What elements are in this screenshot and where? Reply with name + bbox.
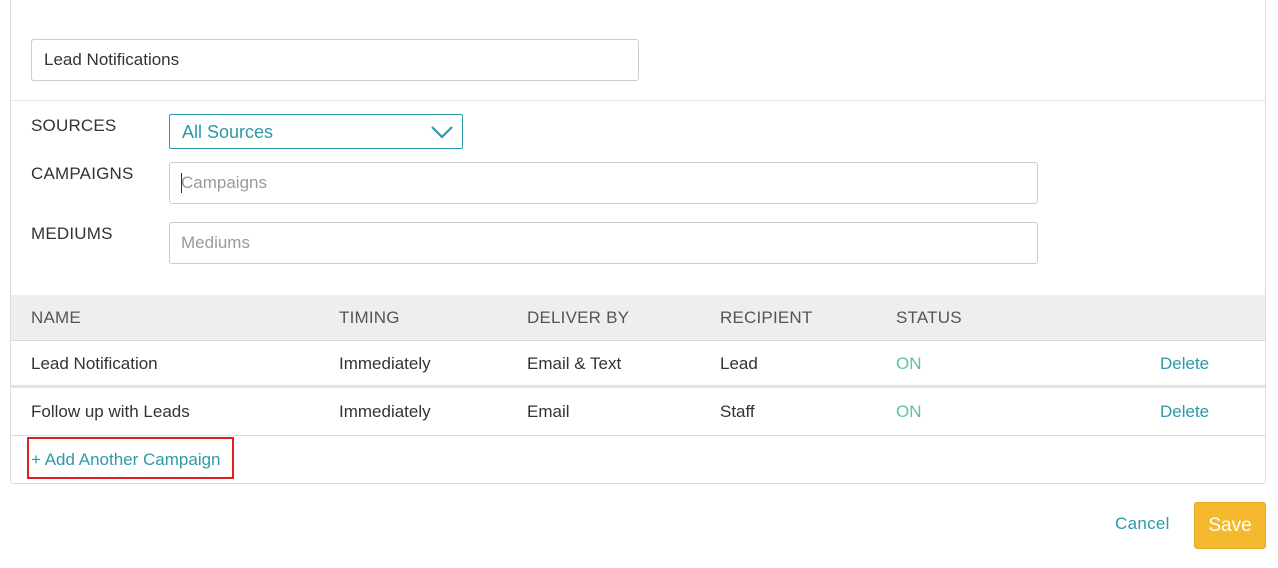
add-another-campaign-link[interactable]: + Add Another Campaign xyxy=(27,437,234,479)
row-deliver-by: Email & Text xyxy=(527,354,622,373)
header-name: NAME xyxy=(31,308,81,327)
row-recipient: Staff xyxy=(720,402,755,421)
table-row: Follow up with Leads Immediately Email S… xyxy=(11,389,1265,436)
notification-settings-card: SOURCES All Sources CAMPAIGNS MEDIUMS NA… xyxy=(10,0,1266,484)
delete-button[interactable]: Delete xyxy=(1160,354,1209,374)
sources-label: SOURCES xyxy=(31,116,117,135)
campaigns-input[interactable] xyxy=(169,162,1038,204)
campaigns-label: CAMPAIGNS xyxy=(31,164,134,183)
mediums-input[interactable] xyxy=(169,222,1038,264)
save-button[interactable]: Save xyxy=(1194,502,1266,549)
header-deliver-by: DELIVER BY xyxy=(527,308,630,327)
campaign-table-header: NAME TIMING DELIVER BY RECIPIENT STATUS xyxy=(11,295,1265,341)
notification-name-input[interactable] xyxy=(31,39,639,81)
sources-selected-value: All Sources xyxy=(182,122,274,142)
row-status[interactable]: ON xyxy=(896,354,922,374)
header-status: STATUS xyxy=(896,308,962,327)
add-another-campaign-label: + Add Another Campaign xyxy=(31,450,221,469)
delete-button[interactable]: Delete xyxy=(1160,402,1209,422)
sources-dropdown[interactable]: All Sources xyxy=(169,114,463,149)
name-section xyxy=(11,0,1265,101)
row-timing: Immediately xyxy=(339,402,431,421)
row-timing: Immediately xyxy=(339,354,431,373)
row-name: Follow up with Leads xyxy=(31,402,190,421)
header-recipient: RECIPIENT xyxy=(720,308,813,327)
row-status[interactable]: ON xyxy=(896,402,922,422)
table-row: Lead Notification Immediately Email & Te… xyxy=(11,341,1265,388)
row-recipient: Lead xyxy=(720,354,758,373)
cancel-button[interactable]: Cancel xyxy=(1115,514,1170,534)
row-deliver-by: Email xyxy=(527,402,570,421)
row-name: Lead Notification xyxy=(31,354,158,373)
chevron-down-icon xyxy=(431,126,453,139)
header-timing: TIMING xyxy=(339,308,400,327)
text-cursor xyxy=(181,173,182,193)
mediums-label: MEDIUMS xyxy=(31,224,113,243)
